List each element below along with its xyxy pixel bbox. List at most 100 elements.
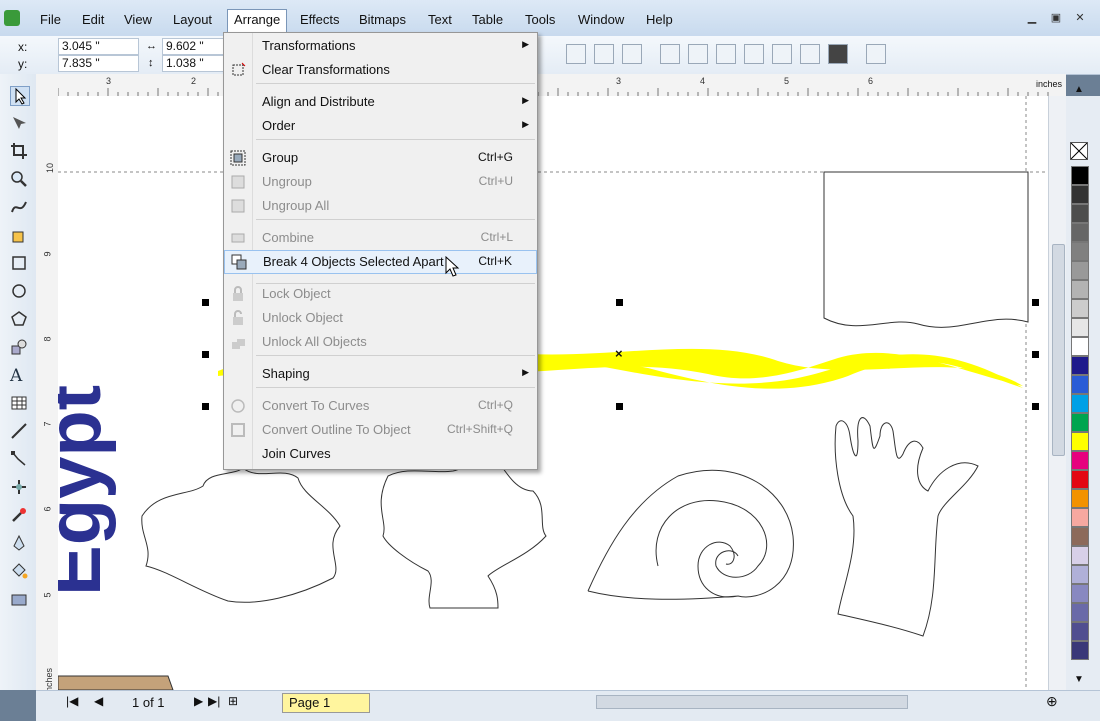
menu-layout[interactable]: Layout: [173, 12, 212, 28]
color-swatch[interactable]: [1071, 394, 1089, 413]
menu-item-transformations[interactable]: Transformations ▶: [224, 35, 537, 57]
shape-tool-icon[interactable]: [10, 114, 28, 132]
menu-window[interactable]: Window: [578, 12, 624, 28]
menu-item-ungroup-all[interactable]: Ungroup All: [224, 195, 537, 217]
basic-shapes-tool-icon[interactable]: [10, 338, 28, 356]
menu-item-shaping[interactable]: Shaping ▶: [224, 363, 537, 385]
vertical-scrollbar[interactable]: [1048, 96, 1067, 690]
menu-item-lock-object[interactable]: Lock Object: [224, 283, 537, 305]
color-swatch[interactable]: [1071, 223, 1089, 242]
height-field[interactable]: 1.038 ": [162, 55, 227, 72]
align-distribute-icon[interactable]: [866, 44, 886, 64]
dimension-tool-icon[interactable]: [10, 422, 28, 440]
next-page-icon[interactable]: ▶: [194, 694, 203, 708]
x-position-field[interactable]: 3.045 ": [58, 38, 139, 55]
fill-tool-icon[interactable]: [10, 562, 28, 580]
selection-handle[interactable]: [616, 403, 623, 410]
color-swatch[interactable]: [1071, 375, 1089, 394]
color-swatch[interactable]: [1071, 622, 1089, 641]
color-swatch[interactable]: [1071, 508, 1089, 527]
palette-up-icon[interactable]: ▲: [1074, 84, 1084, 95]
back-minus-front-icon[interactable]: [800, 44, 820, 64]
color-swatch[interactable]: [1071, 641, 1089, 660]
no-color-swatch[interactable]: [1070, 142, 1088, 160]
close-icon[interactable]: ✕: [1070, 10, 1090, 26]
ungroup-all-icon[interactable]: [622, 44, 642, 64]
width-field[interactable]: 9.602 ": [162, 38, 227, 55]
zoom-tool-icon[interactable]: [10, 170, 28, 188]
group-icon[interactable]: [566, 44, 586, 64]
simplify-icon[interactable]: [744, 44, 764, 64]
menu-bitmaps[interactable]: Bitmaps: [359, 12, 406, 28]
text-tool-icon[interactable]: A: [10, 366, 28, 386]
color-swatch[interactable]: [1071, 546, 1089, 565]
table-tool-icon[interactable]: [10, 394, 28, 412]
color-swatch[interactable]: [1071, 356, 1089, 375]
color-swatch[interactable]: [1071, 204, 1089, 223]
weld-icon[interactable]: [660, 44, 680, 64]
menu-view[interactable]: View: [124, 12, 152, 28]
selection-handle[interactable]: [1032, 403, 1039, 410]
menu-item-align-distribute[interactable]: Align and Distribute ▶: [224, 91, 537, 113]
menu-tools[interactable]: Tools: [525, 12, 555, 28]
smart-fill-tool-icon[interactable]: [10, 226, 28, 244]
restore-icon[interactable]: ▣: [1046, 10, 1066, 26]
trim-icon[interactable]: [688, 44, 708, 64]
menu-item-convert-outline[interactable]: Convert Outline To Object Ctrl+Shift+Q: [224, 419, 537, 441]
drawing-canvas[interactable]: Egypt ×: [58, 96, 1048, 690]
y-position-field[interactable]: 7.835 ": [58, 55, 139, 72]
prev-page-icon[interactable]: ◀: [94, 694, 103, 708]
horizontal-ruler[interactable]: 3 2 3 4 5 6: [36, 74, 1066, 97]
color-swatch[interactable]: [1071, 489, 1089, 508]
menu-item-join-curves[interactable]: Join Curves: [224, 443, 537, 465]
color-swatch[interactable]: [1071, 318, 1089, 337]
selection-handle[interactable]: [616, 299, 623, 306]
color-swatch[interactable]: [1071, 413, 1089, 432]
color-swatch[interactable]: [1071, 261, 1089, 280]
menu-file[interactable]: File: [40, 12, 61, 28]
selection-handle[interactable]: [202, 351, 209, 358]
menu-table[interactable]: Table: [472, 12, 503, 28]
create-boundary-icon[interactable]: [828, 44, 848, 64]
selection-handle[interactable]: [1032, 351, 1039, 358]
menu-item-convert-to-curves[interactable]: Convert To Curves Ctrl+Q: [224, 395, 537, 417]
color-swatch[interactable]: [1071, 185, 1089, 204]
color-swatch[interactable]: [1071, 432, 1089, 451]
menu-edit[interactable]: Edit: [82, 12, 104, 28]
pick-tool-icon[interactable]: [10, 86, 30, 106]
menu-item-unlock-object[interactable]: Unlock Object: [224, 307, 537, 329]
selection-handle[interactable]: [1032, 299, 1039, 306]
egypt-text[interactable]: Egypt: [58, 385, 117, 596]
vertical-ruler[interactable]: 10 9 8 7 6 5 inches: [36, 96, 59, 694]
color-swatch[interactable]: [1071, 584, 1089, 603]
last-page-icon[interactable]: ▶|: [208, 694, 220, 708]
color-swatch[interactable]: [1071, 242, 1089, 261]
add-page-icon[interactable]: ⊞: [228, 694, 238, 708]
color-swatch[interactable]: [1071, 451, 1089, 470]
connector-tool-icon[interactable]: [10, 450, 28, 468]
horizontal-scrollbar[interactable]: [596, 695, 908, 709]
menu-effects[interactable]: Effects: [300, 12, 340, 28]
freehand-tool-icon[interactable]: [10, 198, 28, 216]
scrollbar-thumb[interactable]: [1052, 244, 1065, 456]
menu-item-clear-transformations[interactable]: Clear Transformations: [224, 59, 537, 81]
menu-arrange[interactable]: Arrange: [227, 9, 288, 34]
rectangle-tool-icon[interactable]: [10, 254, 28, 272]
selection-center-icon[interactable]: ×: [615, 346, 623, 361]
menu-help[interactable]: Help: [646, 12, 673, 28]
palette-down-icon[interactable]: ▼: [1074, 674, 1084, 685]
tab-page-1[interactable]: Page 1: [282, 693, 370, 713]
menu-item-unlock-all[interactable]: Unlock All Objects: [224, 331, 537, 353]
selection-handle[interactable]: [202, 403, 209, 410]
eyedropper-tool-icon[interactable]: [10, 506, 28, 524]
ungroup-icon[interactable]: [594, 44, 614, 64]
color-swatch[interactable]: [1071, 527, 1089, 546]
menu-item-ungroup[interactable]: Ungroup Ctrl+U: [224, 171, 537, 193]
ellipse-tool-icon[interactable]: [10, 282, 28, 300]
interactive-fill-tool-icon[interactable]: [10, 590, 28, 608]
color-swatch[interactable]: [1071, 280, 1089, 299]
color-swatch[interactable]: [1071, 603, 1089, 622]
menu-item-break-apart[interactable]: Break 4 Objects Selected Apart Ctrl+K: [224, 250, 537, 274]
crop-tool-icon[interactable]: [10, 142, 28, 160]
menu-item-order[interactable]: Order ▶: [224, 115, 537, 137]
